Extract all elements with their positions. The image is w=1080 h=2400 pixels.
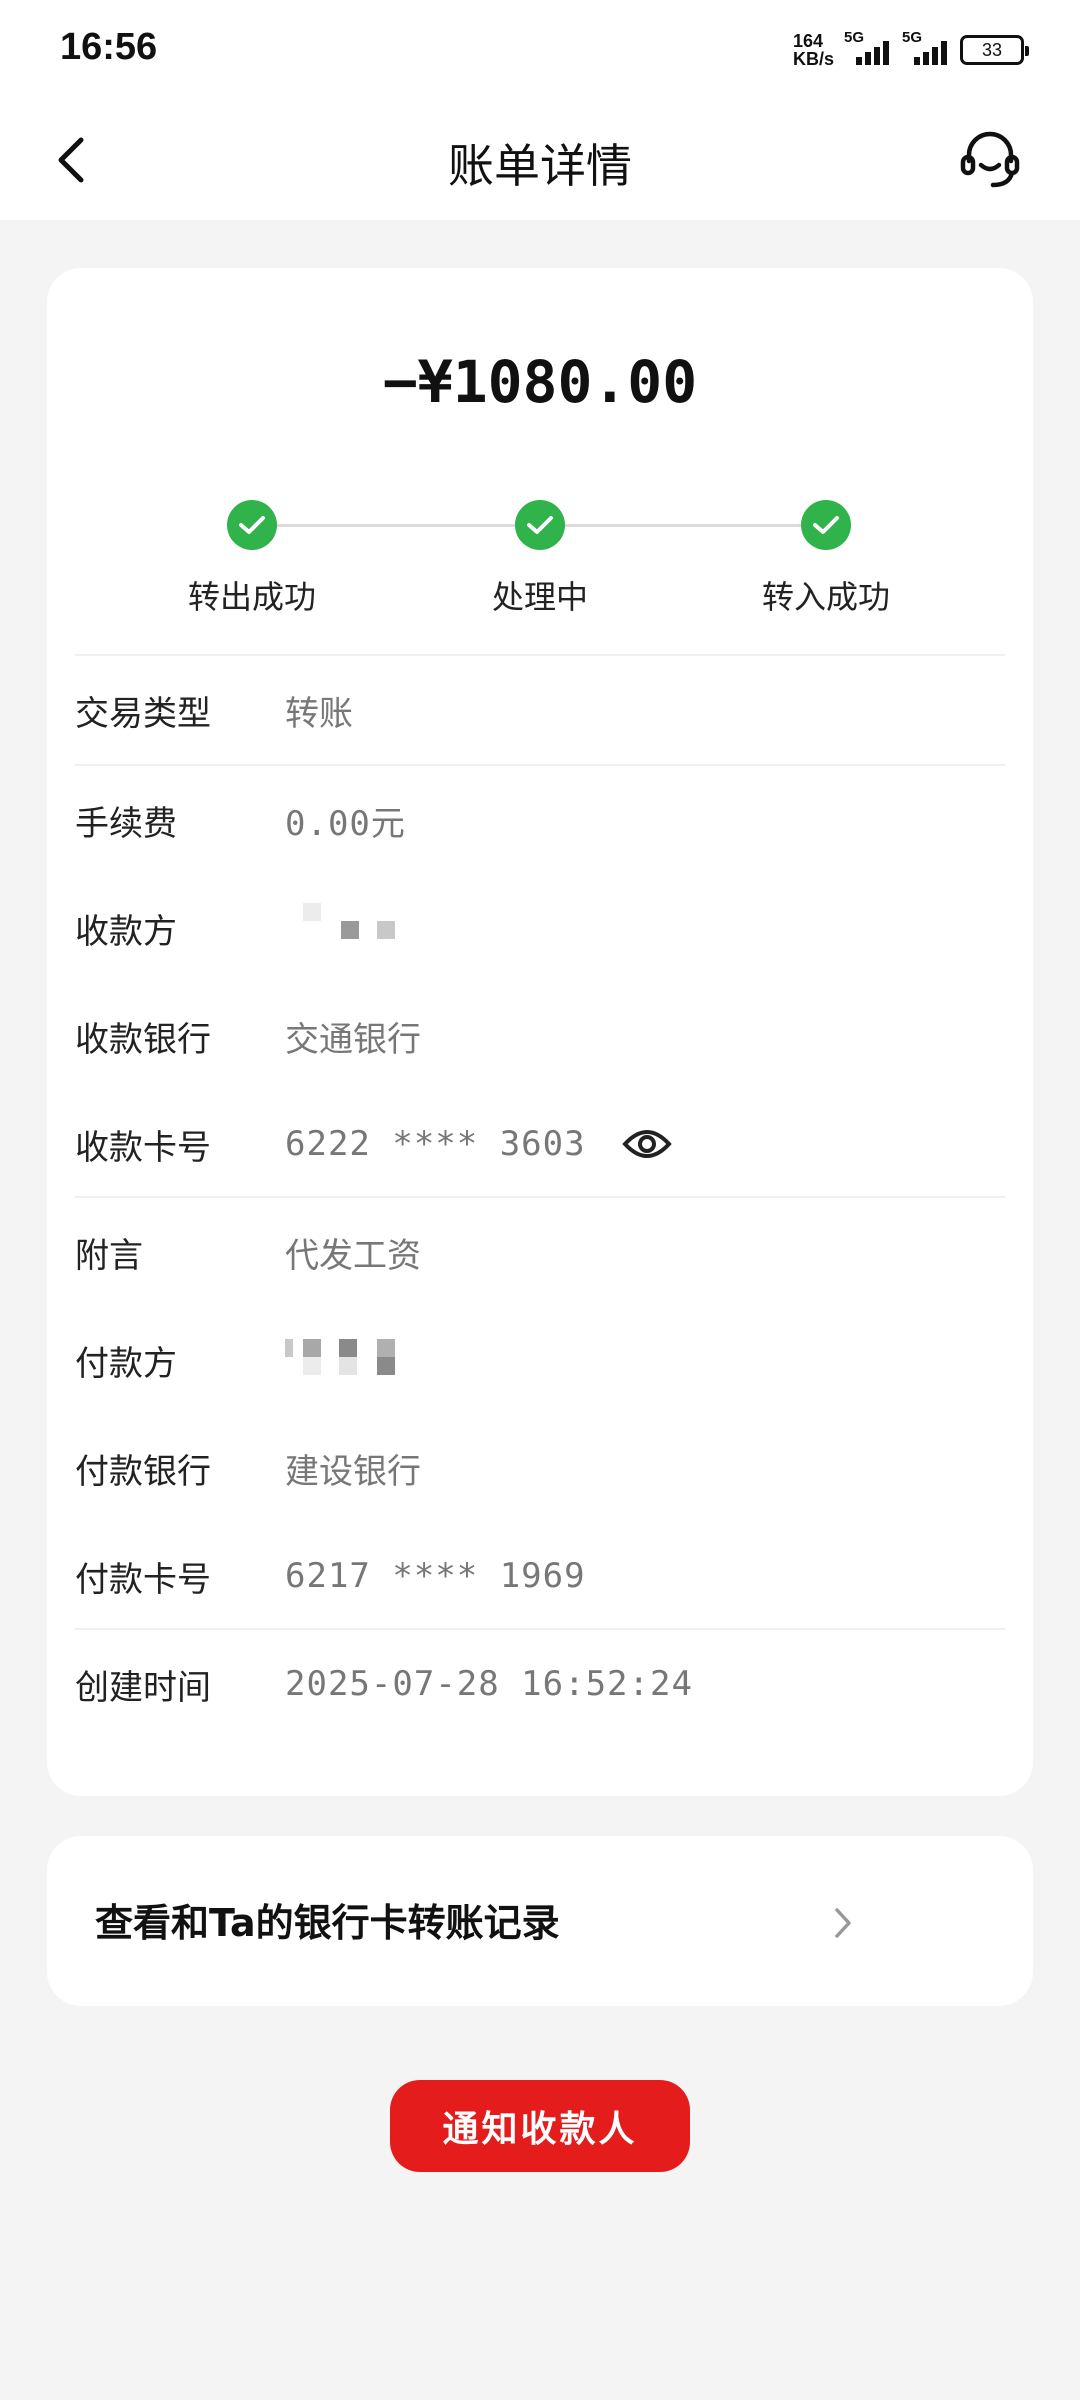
transfer-history-link[interactable]: 查看和Ta的银行卡转账记录 <box>47 1836 1033 2006</box>
detail-value: 代发工资 <box>285 1235 421 1276</box>
check-circle-icon <box>227 500 277 550</box>
headset-icon <box>960 131 1020 188</box>
detail-label: 交易类型 <box>75 693 211 734</box>
detail-value: 6217 **** 1969 <box>285 1556 586 1596</box>
progress-step-in: 转入成功 <box>706 484 946 618</box>
detail-row-payer: 付款方 <box>47 1306 1033 1414</box>
progress-step-out: 转出成功 <box>132 484 372 618</box>
navigation-bar: 账单详情 <box>0 100 1080 220</box>
detail-row-payee-bank: 收款银行 交通银行 <box>47 982 1033 1090</box>
detail-label: 收款方 <box>75 911 177 952</box>
transfer-progress: 转出成功 处理中 转入成功 <box>47 484 1033 624</box>
check-circle-icon <box>801 500 851 550</box>
detail-label: 付款方 <box>75 1343 177 1384</box>
show-card-number-button[interactable] <box>621 1119 672 1169</box>
status-indicators: 164 KB/s 5G 5G 33 <box>793 29 1029 70</box>
network-speed-value: 164 <box>792 31 824 51</box>
check-circle-icon <box>515 500 565 550</box>
detail-label: 手续费 <box>75 803 177 844</box>
status-bar: 16:56 164 KB/s 5G 5G 33 <box>0 0 1080 100</box>
detail-label: 创建时间 <box>75 1667 211 1708</box>
battery-level: 33 <box>981 39 1003 60</box>
network-speed-unit: KB/s <box>792 49 834 69</box>
detail-row-payee: 收款方 <box>47 874 1033 982</box>
transfer-history-link-text: 查看和Ta的银行卡转账记录 <box>95 1901 560 1945</box>
sim1-network-label: 5G <box>844 29 865 46</box>
pixelated-name <box>285 1335 405 1385</box>
detail-value: 0.00元 <box>285 803 406 844</box>
card-number: 6222 **** 3603 <box>285 1124 586 1164</box>
network-speed: 164 KB/s <box>793 32 834 68</box>
detail-value-wrap: 6222 **** 3603 <box>285 1119 672 1169</box>
detail-row-payer-bank: 付款银行 建设银行 <box>47 1414 1033 1522</box>
pixelated-name <box>285 903 405 953</box>
detail-label: 附言 <box>75 1235 143 1276</box>
progress-step-label: 处理中 <box>491 578 588 616</box>
detail-row-created-time: 创建时间 2025-07-28 16:52:24 <box>47 1630 1033 1738</box>
progress-step-processing: 处理中 <box>420 484 660 618</box>
bill-detail-card: −¥1080.00 转出成功 处理中 转入成功 交易类型 转账 手续费 0.00… <box>47 268 1033 1796</box>
detail-row-transaction-type: 交易类型 转账 <box>47 656 1033 764</box>
chevron-right-icon <box>823 1898 863 1948</box>
detail-value: 交通银行 <box>285 1019 421 1060</box>
customer-service-button[interactable] <box>950 118 1030 198</box>
transaction-amount: −¥1080.00 <box>382 348 698 416</box>
detail-value-masked <box>285 1335 405 1385</box>
page-title: 账单详情 <box>448 139 632 193</box>
detail-value: 建设银行 <box>285 1451 421 1492</box>
sim2-network-label: 5G <box>902 29 923 46</box>
eye-icon <box>621 1130 672 1158</box>
detail-row-remark: 附言 代发工资 <box>47 1198 1033 1306</box>
detail-value: 转账 <box>285 693 353 734</box>
detail-value: 2025-07-28 16:52:24 <box>285 1664 693 1704</box>
detail-row-fee: 手续费 0.00元 <box>47 766 1033 874</box>
top-bar: 16:56 164 KB/s 5G 5G 33 账单详情 <box>0 0 1080 220</box>
detail-row-payee-card: 收款卡号 6222 **** 3603 <box>47 1090 1033 1198</box>
progress-step-label: 转入成功 <box>761 578 890 616</box>
detail-label: 付款卡号 <box>75 1559 211 1600</box>
battery-icon: 33 <box>960 35 1029 65</box>
detail-label: 付款银行 <box>75 1451 211 1492</box>
detail-row-payer-card: 付款卡号 6217 **** 1969 <box>47 1522 1033 1630</box>
detail-label: 收款卡号 <box>75 1127 211 1168</box>
status-time: 16:56 <box>60 26 158 68</box>
signal-icon: 5G <box>844 29 892 65</box>
detail-value-masked <box>285 903 405 953</box>
notify-payee-button[interactable]: 通知收款人 <box>390 2080 690 2172</box>
progress-step-label: 转出成功 <box>187 578 316 616</box>
detail-label: 收款银行 <box>75 1019 211 1060</box>
signal-icon: 5G <box>902 29 950 65</box>
